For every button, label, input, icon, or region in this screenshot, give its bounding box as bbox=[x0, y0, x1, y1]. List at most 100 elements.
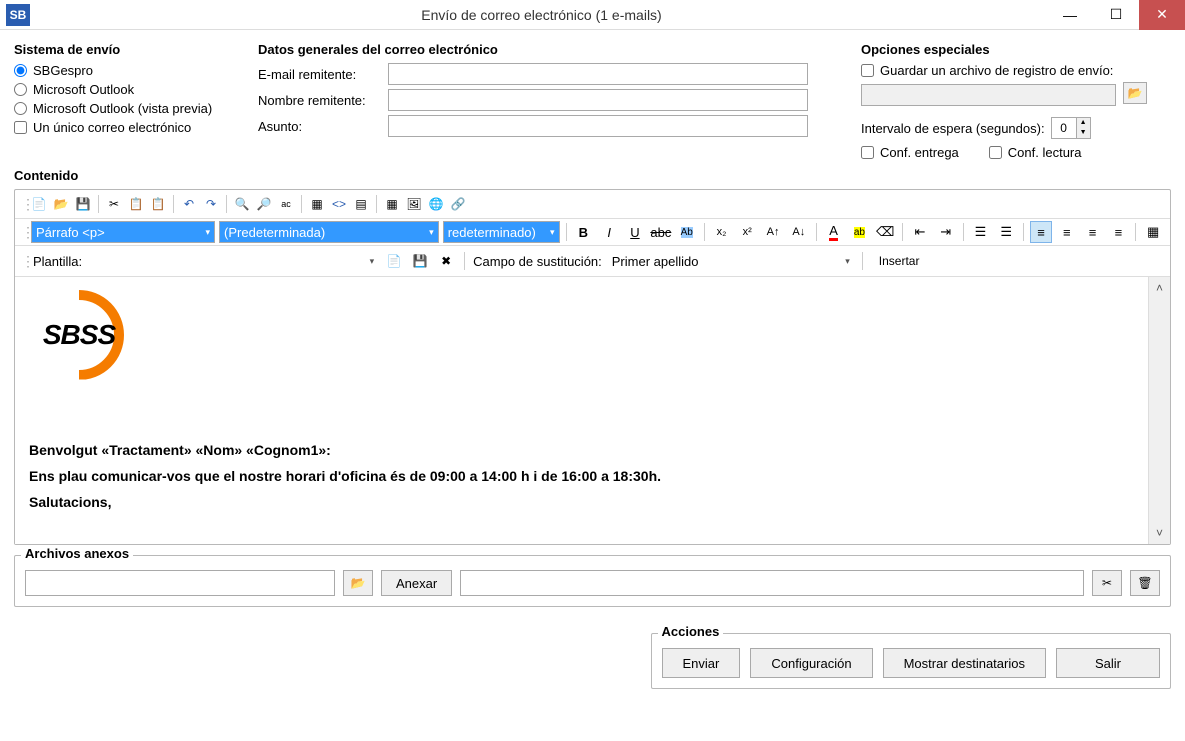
globe-icon: 🌐 bbox=[429, 197, 444, 211]
cut-button[interactable]: ✂ bbox=[104, 194, 124, 214]
check-guardar[interactable]: Guardar un archivo de registro de envío: bbox=[861, 63, 1171, 78]
editor-content[interactable]: SBSS Benvolgut «Tractament» «Nom» «Cogno… bbox=[15, 277, 1148, 544]
font-grow-button[interactable]: A↑ bbox=[762, 221, 784, 243]
close-button[interactable]: ✕ bbox=[1139, 0, 1185, 30]
number-list-icon: ☰ bbox=[1000, 224, 1012, 240]
check-lectura[interactable]: Conf. lectura bbox=[989, 145, 1082, 160]
save-button[interactable]: 💾 bbox=[73, 194, 93, 214]
body-line-1: Benvolgut «Tractament» «Nom» «Cognom1»: bbox=[29, 442, 1134, 458]
bold-icon: B bbox=[579, 225, 588, 240]
strike-icon: abc bbox=[650, 225, 671, 240]
highlight-button[interactable]: Ab bbox=[676, 221, 698, 243]
combo-size[interactable]: redeterminado)▾ bbox=[443, 221, 560, 243]
underline-button[interactable]: U bbox=[624, 221, 646, 243]
bold-button[interactable]: B bbox=[572, 221, 594, 243]
more-button[interactable]: ▦ bbox=[1142, 221, 1164, 243]
editor-scrollbar[interactable]: ˄ ˅ bbox=[1148, 277, 1170, 544]
bullet-list-button[interactable]: ☰ bbox=[970, 221, 992, 243]
image-icon: 🖼 bbox=[406, 197, 421, 211]
italic-button[interactable]: I bbox=[598, 221, 620, 243]
input-remitente[interactable] bbox=[388, 63, 808, 85]
check-unico-input[interactable] bbox=[14, 121, 27, 134]
bg-color-button[interactable]: ab bbox=[848, 221, 870, 243]
combo-plantilla[interactable]: ▾ bbox=[88, 250, 378, 272]
open-button[interactable]: 📂 bbox=[51, 194, 71, 214]
minimize-button[interactable]: — bbox=[1047, 0, 1093, 30]
browse-anexo-button[interactable]: 📂 bbox=[343, 570, 373, 596]
body-line-3: Salutacions, bbox=[29, 494, 1134, 510]
plantilla-save-button[interactable]: 💾 bbox=[410, 251, 430, 271]
new-doc-button[interactable]: 📄 bbox=[29, 194, 49, 214]
image-button[interactable]: 🖼 bbox=[404, 194, 424, 214]
superscript-icon: x² bbox=[743, 226, 752, 238]
plantilla-new-button[interactable]: 📄 bbox=[384, 251, 404, 271]
copy-button[interactable]: 📋 bbox=[126, 194, 146, 214]
combo-paragraph[interactable]: Párrafo <p>▾ bbox=[31, 221, 215, 243]
check-guardar-input[interactable] bbox=[861, 64, 874, 77]
radio-outlook-preview-input[interactable] bbox=[14, 102, 27, 115]
spinner-down-icon[interactable]: ▼ bbox=[1077, 128, 1090, 138]
redo-button[interactable]: ↷ bbox=[201, 194, 221, 214]
input-asunto[interactable] bbox=[388, 115, 808, 137]
check-entrega-input[interactable] bbox=[861, 146, 874, 159]
paste-button[interactable]: 📋 bbox=[148, 194, 168, 214]
find-button[interactable]: 🔍 bbox=[232, 194, 252, 214]
radio-sbgespro[interactable]: SBGespro bbox=[14, 63, 244, 78]
combo-font[interactable]: (Predeterminada)▾ bbox=[219, 221, 439, 243]
enviar-button[interactable]: Enviar bbox=[662, 648, 741, 678]
input-nombre[interactable] bbox=[388, 89, 808, 111]
spinner-intervalo[interactable]: ▲ ▼ bbox=[1051, 117, 1091, 139]
input-registro[interactable] bbox=[861, 84, 1116, 106]
salir-button[interactable]: Salir bbox=[1056, 648, 1160, 678]
spinner-up-icon[interactable]: ▲ bbox=[1077, 118, 1090, 128]
font-color-button[interactable]: A bbox=[823, 221, 845, 243]
plantilla-delete-button[interactable]: ✖ bbox=[436, 251, 456, 271]
find-replace-button[interactable]: 🔎 bbox=[254, 194, 274, 214]
input-anexo-path[interactable] bbox=[25, 570, 335, 596]
btn-insertar[interactable]: Insertar bbox=[871, 252, 928, 270]
outdent-button[interactable]: ⇤ bbox=[909, 221, 931, 243]
browse-registro-button[interactable]: 📂 bbox=[1123, 82, 1147, 104]
check-unico[interactable]: Un único correo electrónico bbox=[14, 120, 244, 135]
link-button[interactable]: 🔗 bbox=[448, 194, 468, 214]
radio-outlook-preview[interactable]: Microsoft Outlook (vista previa) bbox=[14, 101, 244, 116]
superscript-button[interactable]: x² bbox=[736, 221, 758, 243]
align-right-button[interactable]: ≡ bbox=[1082, 221, 1104, 243]
table-button[interactable]: ▦ bbox=[382, 194, 402, 214]
spinner-intervalo-input[interactable] bbox=[1052, 118, 1076, 138]
radio-outlook[interactable]: Microsoft Outlook bbox=[14, 82, 244, 97]
mostrar-destinatarios-button[interactable]: Mostrar destinatarios bbox=[883, 648, 1046, 678]
check-lectura-input[interactable] bbox=[989, 146, 1002, 159]
indent-button[interactable]: ⇥ bbox=[935, 221, 957, 243]
align-center-button[interactable]: ≡ bbox=[1056, 221, 1078, 243]
remove-anexo-button[interactable]: 🗑 bbox=[1130, 570, 1160, 596]
cut-anexo-button[interactable]: ✂ bbox=[1092, 570, 1122, 596]
combo-campo[interactable]: Primer apellido▾ bbox=[608, 250, 854, 272]
font-shrink-button[interactable]: A↓ bbox=[788, 221, 810, 243]
clear-format-button[interactable]: ⌫ bbox=[874, 221, 896, 243]
maximize-button[interactable]: ☐ bbox=[1093, 0, 1139, 30]
replace-text-icon: ac bbox=[281, 199, 291, 209]
subscript-button[interactable]: x₂ bbox=[711, 221, 733, 243]
scroll-up-icon[interactable]: ˄ bbox=[1156, 281, 1163, 295]
scroll-down-icon[interactable]: ˅ bbox=[1156, 526, 1163, 540]
anexar-button[interactable]: Anexar bbox=[381, 570, 452, 596]
check-entrega[interactable]: Conf. entrega bbox=[861, 145, 959, 160]
align-left-button[interactable]: ≡ bbox=[1030, 221, 1052, 243]
input-anexo-list[interactable] bbox=[460, 570, 1084, 596]
number-list-button[interactable]: ☰ bbox=[995, 221, 1017, 243]
view2-button[interactable]: <> bbox=[329, 194, 349, 214]
acciones-legend: Acciones bbox=[658, 624, 724, 639]
undo-button[interactable]: ↶ bbox=[179, 194, 199, 214]
configuracion-button[interactable]: Configuración bbox=[750, 648, 872, 678]
align-justify-button[interactable]: ≡ bbox=[1107, 221, 1129, 243]
radio-sbgespro-input[interactable] bbox=[14, 64, 27, 77]
lbl-asunto: Asunto: bbox=[258, 119, 388, 134]
view1-button[interactable]: ▦ bbox=[307, 194, 327, 214]
view3-button[interactable]: ▤ bbox=[351, 194, 371, 214]
radio-outlook-input[interactable] bbox=[14, 83, 27, 96]
replace-text-button[interactable]: ac bbox=[276, 194, 296, 214]
globe-button[interactable]: 🌐 bbox=[426, 194, 446, 214]
strike-button[interactable]: abc bbox=[650, 221, 672, 243]
editor-area[interactable]: SBSS Benvolgut «Tractament» «Nom» «Cogno… bbox=[15, 276, 1170, 544]
